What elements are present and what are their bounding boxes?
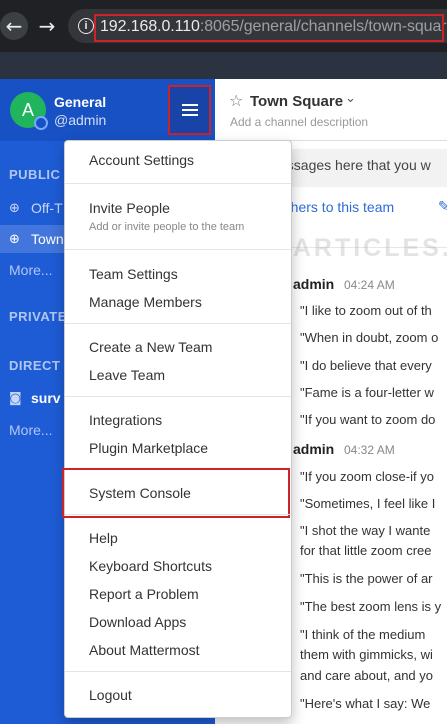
status-icon[interactable] (34, 116, 48, 130)
menu-help[interactable]: Help (89, 530, 118, 546)
sidebar-header: A General @admin (0, 79, 215, 141)
post-message: "If you zoom close-if yo (300, 469, 434, 484)
menu-manage-members[interactable]: Manage Members (89, 294, 202, 310)
menu-about[interactable]: About Mattermost (89, 642, 200, 658)
post-message: and care about, and yo (300, 668, 433, 683)
post-author[interactable]: admin (293, 276, 334, 292)
robot-icon: ◙ (9, 390, 22, 406)
post-message: "When in doubt, zoom o (300, 330, 439, 345)
post-message: "If you want to zoom do (300, 412, 436, 427)
hamburger-icon-bar (181, 114, 198, 116)
globe-icon: ⊕ (9, 231, 20, 247)
more-direct-messages-link[interactable]: More... (9, 422, 53, 438)
arrow-left-icon: ← (5, 14, 23, 38)
chevron-down-icon[interactable]: ⌄ (345, 91, 356, 106)
post-message: "I do believe that every (300, 358, 432, 373)
menu-plugin-marketplace[interactable]: Plugin Marketplace (89, 440, 208, 456)
post-message: "This is the power of ar (300, 571, 433, 586)
menu-report-problem[interactable]: Report a Problem (89, 586, 199, 602)
post-message: "I shot the way I wante (300, 523, 431, 538)
team-name[interactable]: General (54, 94, 106, 110)
channel-intro-text: essages here that you w (279, 157, 431, 173)
menu-divider (65, 323, 291, 324)
main-menu-button[interactable] (168, 85, 211, 135)
browser-toolbar: ← → i 192.168.0.110:8065/general/channel… (0, 0, 447, 52)
back-button[interactable]: ← (0, 12, 28, 40)
avatar-letter: A (21, 99, 34, 120)
menu-leave-team[interactable]: Leave Team (89, 367, 165, 383)
main-menu-dropdown: Account Settings Invite People Add or in… (62, 140, 292, 718)
sidebar-item-label: surv (31, 390, 61, 406)
menu-team-settings[interactable]: Team Settings (89, 266, 178, 282)
menu-divider (65, 249, 291, 250)
menu-invite-people-description: Add or invite people to the team (89, 221, 245, 233)
menu-divider (65, 514, 291, 515)
more-channels-link[interactable]: More... (9, 262, 53, 278)
post-message: "Sometimes, I feel like I (300, 496, 436, 511)
menu-keyboard-shortcuts[interactable]: Keyboard Shortcuts (89, 558, 212, 574)
post-author[interactable]: admin (293, 441, 334, 457)
menu-integrations[interactable]: Integrations (89, 412, 162, 428)
app-top-band (0, 52, 447, 79)
hamburger-icon-bar (181, 104, 198, 106)
menu-invite-people[interactable]: Invite People (89, 200, 170, 216)
pencil-icon[interactable]: ✎ (438, 199, 447, 215)
channel-header: ☆ Town Square ⌄ Add a channel descriptio… (215, 79, 447, 141)
post-message: "Fame is a four-letter w (300, 385, 434, 400)
post-message: "I like to zoom out of th (300, 303, 432, 318)
post-time[interactable]: 04:32 AM (344, 443, 395, 457)
hamburger-icon-bar (181, 109, 198, 111)
menu-download-apps[interactable]: Download Apps (89, 614, 186, 630)
system-console-highlight-box (62, 468, 290, 518)
post-message: "I think of the medium (300, 627, 426, 642)
url-highlight-box (94, 14, 444, 42)
sidebar-item-label: Off-T (31, 200, 63, 216)
sidebar-item-label: Town (31, 231, 64, 247)
username: @admin (54, 112, 107, 128)
arrow-right-icon: → (38, 14, 56, 38)
menu-divider (65, 183, 291, 184)
forward-button[interactable]: → (33, 12, 61, 40)
section-private-channels: PRIVATE (9, 309, 67, 324)
post-message: "The best zoom lens is y (300, 599, 442, 614)
globe-icon: ⊕ (9, 200, 20, 216)
menu-account-settings[interactable]: Account Settings (89, 152, 194, 168)
channel-description[interactable]: Add a channel description (230, 115, 368, 129)
star-icon[interactable]: ☆ (229, 91, 243, 110)
menu-create-team[interactable]: Create a New Team (89, 339, 212, 355)
menu-divider (65, 396, 291, 397)
post-message: them with gimmicks, wi (300, 647, 433, 662)
invite-others-link[interactable]: others to this team (279, 199, 394, 215)
menu-divider (65, 671, 291, 672)
post-message: "Here's what I say: We (300, 696, 431, 711)
menu-logout[interactable]: Logout (89, 687, 132, 703)
info-icon[interactable]: i (78, 18, 94, 34)
post-time[interactable]: 04:24 AM (344, 278, 395, 292)
post-message: for that little zoom cree (300, 543, 432, 558)
channel-title[interactable]: Town Square (250, 93, 343, 110)
